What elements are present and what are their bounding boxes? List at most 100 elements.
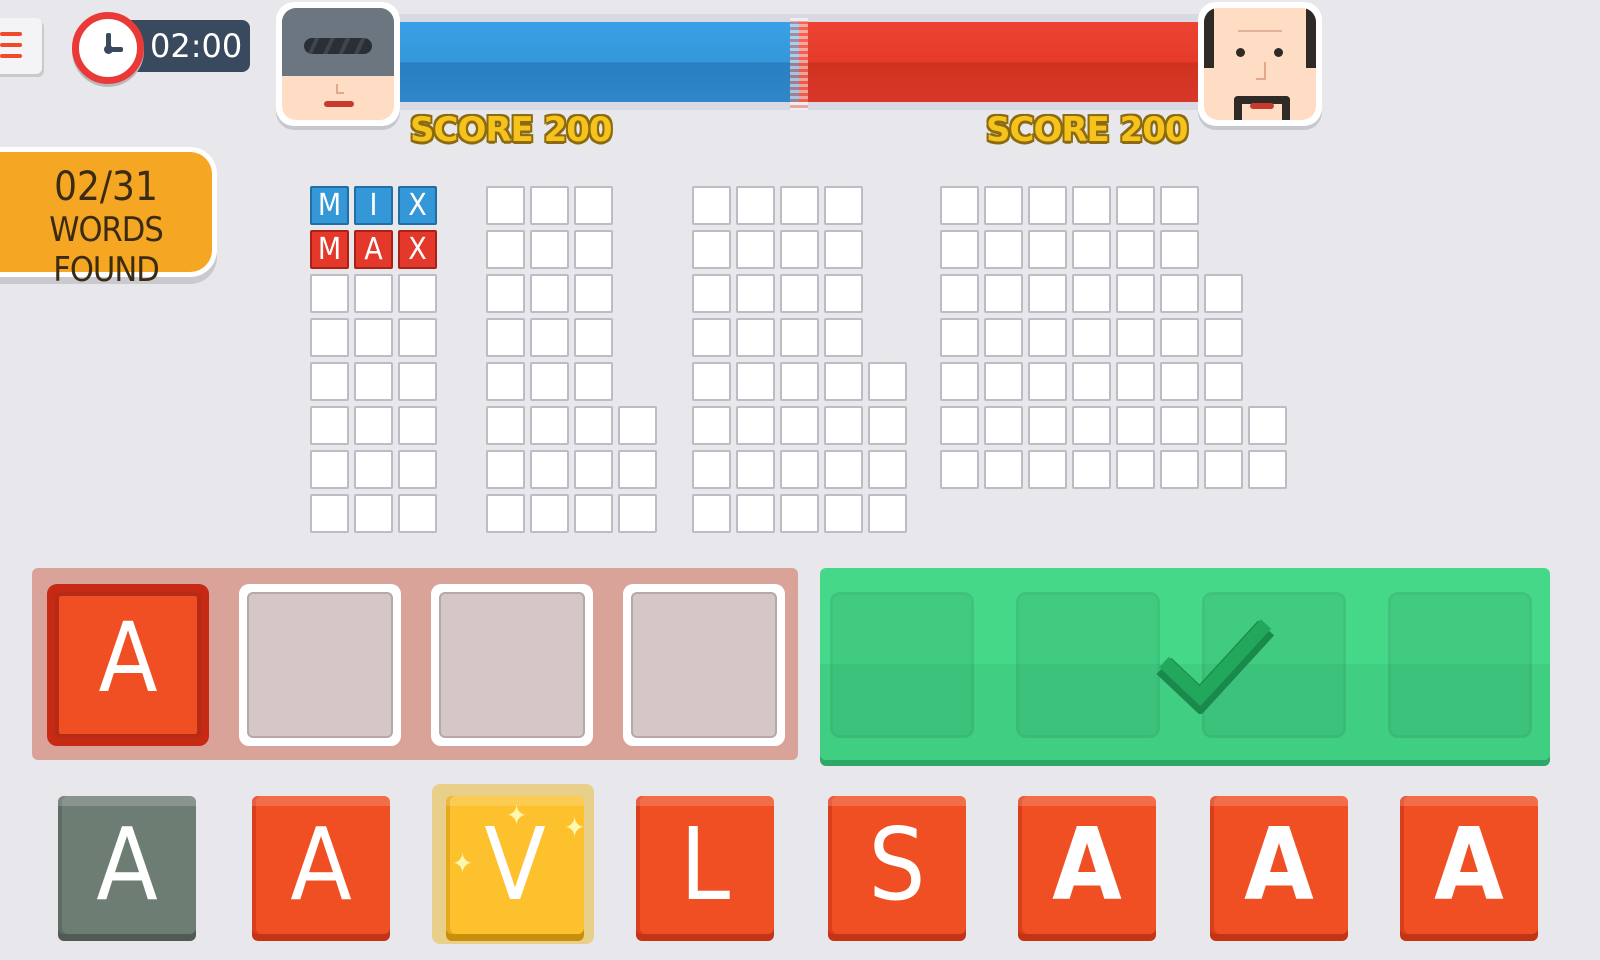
empty-letter-cell	[824, 362, 863, 401]
empty-letter-cell	[940, 274, 979, 313]
empty-letter-cell	[940, 406, 979, 445]
empty-letter-cell	[1028, 230, 1067, 269]
empty-letter-cell	[398, 362, 437, 401]
empty-letter-cell	[1160, 186, 1199, 225]
letter-tile-label: S	[868, 806, 926, 923]
checkmark-icon	[1156, 619, 1275, 714]
empty-letter-cell	[486, 274, 525, 313]
empty-letter-cell	[824, 274, 863, 313]
empty-letter-cell	[1072, 406, 1111, 445]
empty-letter-cell	[692, 406, 731, 445]
player-1-score: SCORE 200	[410, 110, 613, 150]
empty-letter-cell	[984, 450, 1023, 489]
submit-word-button[interactable]	[820, 568, 1550, 760]
empty-letter-cell	[736, 450, 775, 489]
empty-letter-cell	[1028, 406, 1067, 445]
word-group-3: MIXMAX	[310, 186, 437, 538]
empty-letter-cell	[1072, 318, 1111, 357]
empty-letter-cell	[1028, 450, 1067, 489]
word-row	[940, 450, 1287, 489]
input-slot-2[interactable]	[239, 584, 401, 746]
empty-letter-cell	[486, 186, 525, 225]
empty-letter-cell	[1116, 318, 1155, 357]
empty-letter-cell	[398, 274, 437, 313]
empty-letter-cell	[692, 362, 731, 401]
empty-letter-cell	[1072, 186, 1111, 225]
word-row: MAX	[310, 230, 437, 269]
empty-letter-cell	[310, 362, 349, 401]
word-row	[310, 406, 437, 445]
empty-letter-cell	[398, 406, 437, 445]
word-row	[486, 274, 657, 313]
empty-letter-cell	[486, 450, 525, 489]
player-2-avatar[interactable]	[1198, 2, 1322, 126]
empty-letter-cell	[824, 230, 863, 269]
letter-tile-label: A	[1244, 806, 1314, 923]
letter-tile-5[interactable]: S	[828, 796, 966, 934]
empty-letter-cell	[736, 186, 775, 225]
empty-letter-cell	[1072, 450, 1111, 489]
word-group-5	[692, 186, 907, 538]
empty-letter-cell	[574, 230, 613, 269]
word-row	[486, 450, 657, 489]
empty-letter-cell	[1204, 362, 1243, 401]
word-row: MIX	[310, 186, 437, 225]
player-2-score: SCORE 200	[986, 110, 1189, 150]
letter-tile-3[interactable]: V ✦ ✦ ✦	[446, 796, 586, 934]
empty-letter-cell	[398, 318, 437, 357]
letter-tile-label: A	[1052, 806, 1122, 923]
empty-letter-cell	[984, 230, 1023, 269]
letter-tile-1[interactable]: A	[58, 796, 196, 934]
word-row	[692, 362, 907, 401]
empty-letter-cell	[984, 318, 1023, 357]
empty-letter-cell	[692, 186, 731, 225]
input-slot-3[interactable]	[431, 584, 593, 746]
menu-button[interactable]	[0, 18, 42, 74]
empty-letter-cell	[1116, 274, 1155, 313]
empty-letter-cell	[574, 318, 613, 357]
letter-tile-4[interactable]: L	[636, 796, 774, 934]
word-row	[692, 494, 907, 533]
empty-letter-cell	[692, 318, 731, 357]
input-slot-1[interactable]: A	[47, 584, 209, 746]
sparkle-icon: ✦	[564, 811, 586, 844]
empty-letter-cell	[780, 362, 819, 401]
empty-letter-cell	[310, 494, 349, 533]
empty-letter-cell	[780, 186, 819, 225]
empty-letter-cell	[984, 406, 1023, 445]
empty-letter-cell	[1028, 274, 1067, 313]
letter-tile-8[interactable]: A	[1400, 796, 1538, 934]
empty-letter-cell	[618, 494, 657, 533]
empty-letter-cell	[1116, 450, 1155, 489]
letter-tile-6[interactable]: A	[1018, 796, 1156, 934]
empty-letter-cell	[354, 274, 393, 313]
empty-letter-cell	[940, 230, 979, 269]
empty-letter-cell	[530, 230, 569, 269]
empty-letter-cell	[824, 450, 863, 489]
sparkle-icon: ✦	[506, 799, 528, 832]
player-2-score-bar	[799, 22, 1202, 102]
empty-letter-cell	[692, 230, 731, 269]
found-letter-cell: A	[354, 230, 393, 269]
empty-letter-cell	[780, 494, 819, 533]
found-letter-cell: X	[398, 230, 437, 269]
letter-tile-2[interactable]: A	[252, 796, 390, 934]
input-slot-4[interactable]	[623, 584, 785, 746]
word-row	[692, 318, 907, 357]
empty-letter-cell	[780, 406, 819, 445]
empty-letter-cell	[868, 450, 907, 489]
word-row	[486, 362, 657, 401]
letter-tile-7[interactable]: A	[1210, 796, 1348, 934]
word-row	[486, 406, 657, 445]
found-letter-cell: M	[310, 186, 349, 225]
empty-letter-cell	[940, 362, 979, 401]
letter-tile-label: A	[96, 806, 158, 923]
word-row	[692, 186, 907, 225]
empty-letter-cell	[354, 318, 393, 357]
empty-letter-cell	[736, 274, 775, 313]
found-letter-cell: I	[354, 186, 393, 225]
empty-letter-cell	[574, 450, 613, 489]
empty-letter-cell	[868, 362, 907, 401]
player-1-avatar[interactable]	[276, 2, 400, 126]
word-row	[310, 318, 437, 357]
